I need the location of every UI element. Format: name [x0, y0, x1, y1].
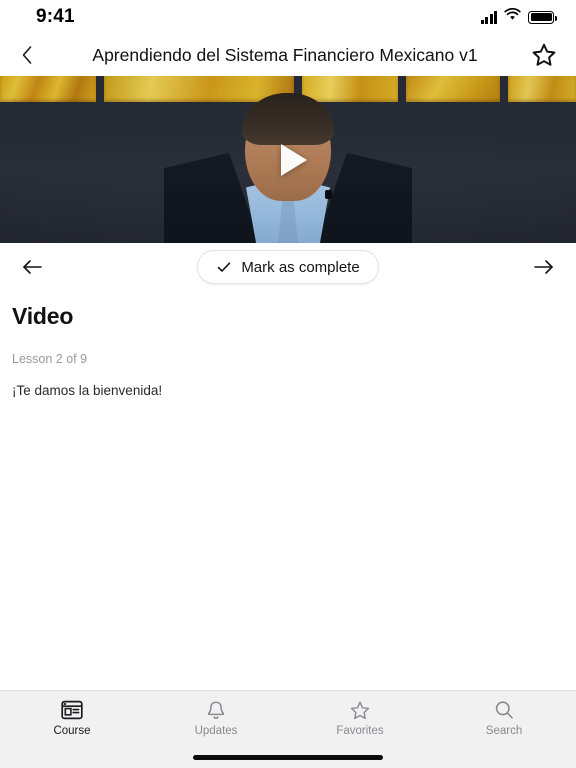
back-button[interactable]	[10, 38, 44, 72]
page-title: Aprendiendo del Sistema Financiero Mexic…	[92, 44, 478, 65]
tab-updates[interactable]: Updates	[144, 699, 288, 738]
lesson-navigation: Mark as complete	[0, 243, 576, 291]
previous-lesson-button[interactable]	[12, 247, 52, 287]
course-layout-icon	[61, 699, 83, 721]
home-indicator	[193, 755, 383, 760]
video-player[interactable]	[0, 76, 576, 243]
check-icon	[218, 262, 231, 272]
wifi-icon	[504, 7, 521, 26]
tab-updates-label: Updates	[194, 725, 238, 737]
tab-course-label: Course	[53, 725, 91, 737]
star-outline-icon	[349, 699, 371, 721]
status-icons	[480, 7, 557, 26]
battery-icon	[528, 10, 557, 24]
favorite-button[interactable]	[526, 37, 562, 73]
play-triangle-icon[interactable]	[281, 143, 307, 176]
nav-header: Aprendiendo del Sistema Financiero Mexic…	[0, 34, 576, 76]
lesson-title: Video	[12, 303, 74, 329]
bell-icon	[206, 699, 226, 721]
mark-as-complete-button[interactable]: Mark as complete	[197, 250, 379, 284]
chevron-left-icon	[22, 46, 32, 64]
status-time: 9:41	[36, 6, 75, 27]
tab-search-label: Search	[485, 725, 523, 737]
app-screen: 9:41 Aprendiendo del Sistema Financiero …	[0, 0, 576, 768]
arrow-right-icon	[534, 260, 553, 274]
lesson-description: ¡Te damos la bienvenida!	[12, 383, 163, 398]
next-lesson-button[interactable]	[524, 247, 564, 287]
mark-as-complete-label: Mark as complete	[241, 258, 360, 276]
search-icon	[494, 699, 514, 721]
lesson-content: Video Lesson 2 of 9 ¡Te damos la bienven…	[0, 291, 576, 690]
tab-favorites[interactable]: Favorites	[288, 699, 432, 738]
cellular-signal-icon	[480, 10, 497, 24]
status-bar: 9:41	[0, 0, 576, 34]
tab-search[interactable]: Search	[432, 699, 576, 738]
arrow-left-icon	[23, 260, 42, 274]
tab-favorites-label: Favorites	[336, 725, 384, 737]
lesson-progress-label: Lesson 2 of 9	[12, 352, 88, 366]
tab-course[interactable]: Course	[0, 699, 144, 738]
star-outline-icon	[532, 43, 556, 66]
